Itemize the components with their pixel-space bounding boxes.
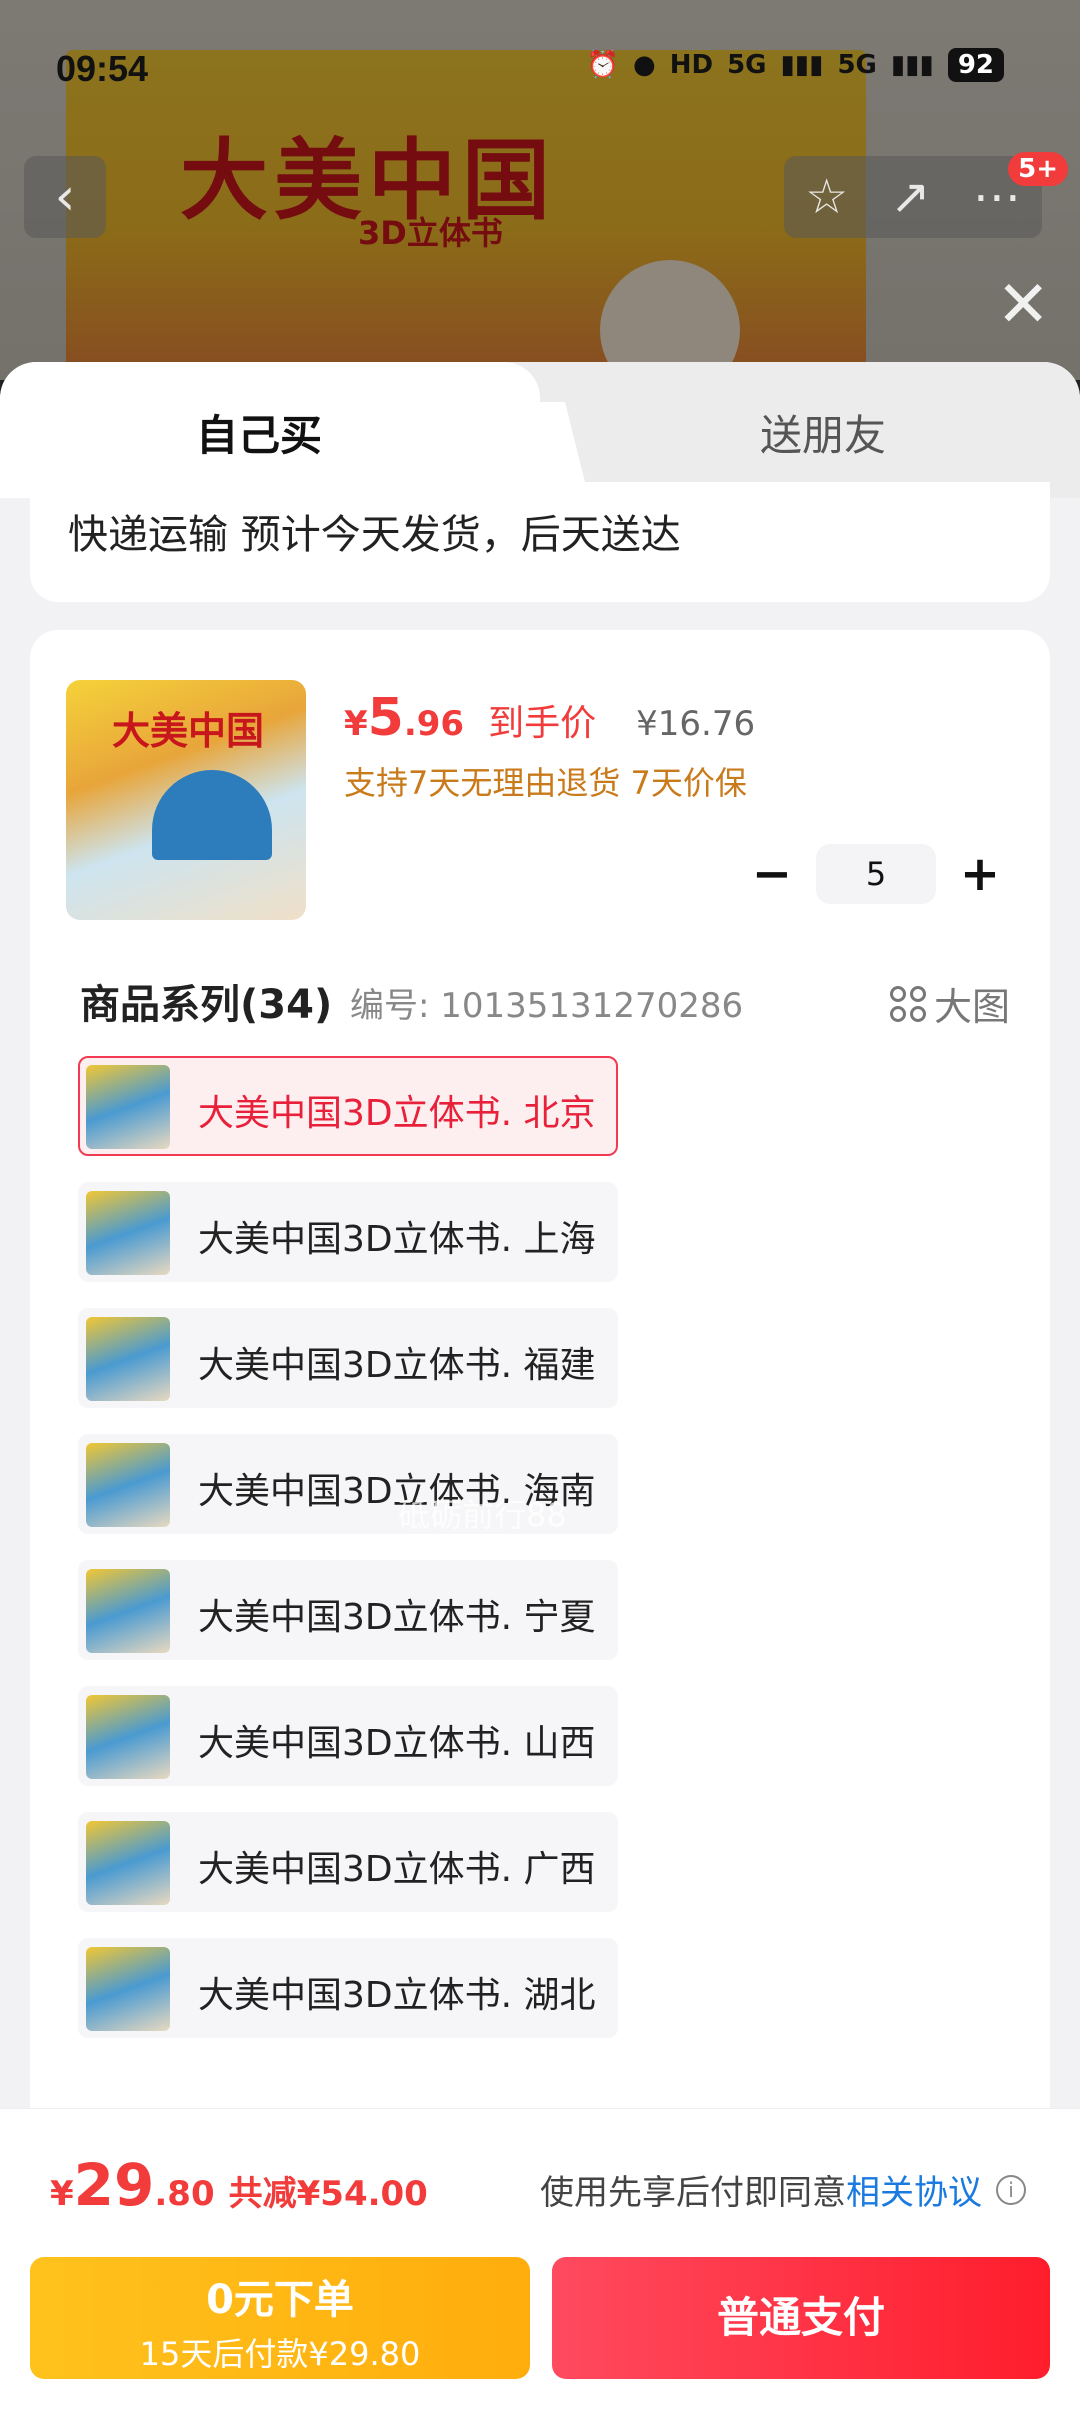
hd-icon: HD	[669, 50, 714, 80]
variant-item[interactable]: 大美中国3D立体书. 湖北	[78, 1938, 618, 2038]
back-button[interactable]: ‹	[24, 156, 106, 238]
status-time: 09:54	[56, 48, 149, 89]
series-code: 编号: 10135131270286	[350, 986, 744, 1026]
variant-label: 大美中国3D立体书. 山西	[198, 1723, 596, 1764]
guarantee-text: 支持7天无理由退货 7天价保	[344, 764, 747, 802]
status-bar: 09:54 ⏰ ● HD 5G ▮▮▮ 5G ▮▮▮ 92	[0, 40, 1080, 100]
info-icon[interactable]: i	[996, 2174, 1026, 2205]
zero-pay-sublabel: 15天后付款¥29.80	[139, 2335, 421, 2373]
variant-thumbnail	[86, 1569, 170, 1653]
total-price: ¥ 29 .80 共减¥54.00	[50, 2151, 428, 2219]
variant-list: 大美中国3D立体书. 北京 大美中国3D立体书. 上海 大美中国3D立体书. 福建大…	[78, 1056, 622, 2064]
tab-bar: 送朋友 自己买	[0, 362, 1080, 498]
price-integer: 5	[367, 688, 404, 748]
variant-thumbnail	[86, 1443, 170, 1527]
variant-thumbnail	[86, 1947, 170, 2031]
notification-badge: 5+	[1008, 152, 1068, 186]
big-view-label: 大图	[933, 985, 1010, 1029]
alarm-icon: ⏰	[586, 50, 620, 80]
variant-thumbnail	[86, 1065, 170, 1149]
star-icon[interactable]: ☆	[805, 169, 848, 225]
price-row: ¥ 5 .96 到手价 ¥16.76	[344, 688, 755, 748]
variant-thumbnail	[86, 1821, 170, 1905]
variant-label: 大美中国3D立体书. 宁夏	[198, 1597, 596, 1638]
zero-pay-label: 0元下单	[206, 2277, 354, 2323]
status-icons: ⏰ ● HD 5G ▮▮▮ 5G ▮▮▮ 92	[587, 48, 1004, 82]
variant-item[interactable]: 大美中国3D立体书. 福建	[78, 1308, 618, 1408]
signal-5g-2-icon: 5G	[837, 50, 877, 80]
battery-icon: 92	[947, 48, 1004, 82]
variant-thumbnail	[86, 1317, 170, 1401]
watermark: 砥砺前行88	[398, 1496, 567, 1534]
series-header: 商品系列(34) 编号: 10135131270286 大图	[80, 972, 1010, 1032]
agreement-link[interactable]: 相关协议	[846, 2165, 982, 2214]
variant-item[interactable]: 大美中国3D立体书. 上海	[78, 1182, 618, 1282]
location-icon: ●	[633, 50, 656, 80]
normal-pay-button[interactable]: 普通支付	[552, 2257, 1050, 2379]
agreement-text: 使用先享后付即同意 相关协议 i	[540, 2165, 1026, 2214]
increase-button[interactable]: +	[950, 844, 1010, 904]
price-currency: ¥	[344, 704, 368, 744]
tab-friend-label: 送朋友	[760, 411, 887, 460]
original-price: ¥16.76	[636, 704, 756, 744]
variant-label: 大美中国3D立体书. 广西	[198, 1849, 596, 1890]
price-tag: 到手价	[488, 703, 597, 744]
shipping-card: 快递运输 预计今天发货，后天送达	[30, 482, 1050, 602]
tab-self-label: 自己买	[196, 411, 323, 460]
thumb-title: 大美中国	[112, 708, 265, 753]
variant-item[interactable]: 大美中国3D立体书. 宁夏	[78, 1560, 618, 1660]
variant-label: 大美中国3D立体书. 上海	[198, 1219, 596, 1260]
quantity-input[interactable]: 5	[816, 844, 936, 904]
variant-label: 大美中国3D立体书. 北京	[198, 1093, 596, 1134]
signal-bars-icon: ▮▮▮	[780, 50, 824, 80]
total-saving: 共减¥54.00	[228, 2174, 428, 2214]
checkout-bar: ¥ 29 .80 共减¥54.00 使用先享后付即同意 相关协议 i 0元下单 …	[0, 2108, 1080, 2412]
decrease-button[interactable]: −	[742, 844, 802, 904]
variant-item[interactable]: 大美中国3D立体书. 北京	[78, 1056, 618, 1156]
total-decimal: .80	[154, 2174, 215, 2214]
total-currency: ¥	[50, 2174, 74, 2214]
tab-self[interactable]: 自己买	[0, 362, 540, 498]
big-view-button[interactable]: 大图	[889, 976, 1010, 1031]
variant-thumbnail	[86, 1191, 170, 1275]
agreement-prefix: 使用先享后付即同意	[540, 2173, 846, 2213]
variant-thumbnail	[86, 1695, 170, 1779]
share-icon[interactable]: ↗	[890, 169, 930, 225]
total-integer: 29	[73, 2151, 155, 2219]
tab-friend[interactable]: 送朋友	[500, 362, 1080, 498]
quantity-stepper: − 5 +	[742, 844, 1010, 904]
signal-5g-icon: 5G	[727, 50, 767, 80]
purchase-sheet: 送朋友 自己买 快递运输 预计今天发货，后天送达 大美中国 ¥ 5 .96 到手…	[0, 362, 1080, 2412]
variant-item[interactable]: 大美中国3D立体书. 广西	[78, 1812, 618, 1912]
chevron-left-icon: ‹	[54, 167, 76, 227]
action-buttons: ☆ ↗ ⋯	[784, 156, 1042, 238]
series-title: 商品系列(34)	[80, 982, 333, 1028]
variant-item[interactable]: 大美中国3D立体书. 山西	[78, 1686, 618, 1786]
variant-label: 大美中国3D立体书. 湖北	[198, 1975, 596, 2016]
grid-icon	[889, 985, 926, 1022]
price-decimal: .96	[403, 704, 465, 744]
signal-bars-2-icon: ▮▮▮	[890, 50, 934, 80]
variant-label: 大美中国3D立体书. 福建	[198, 1345, 596, 1386]
close-icon[interactable]: ✕	[996, 268, 1050, 342]
product-thumbnail[interactable]: 大美中国	[66, 680, 306, 920]
zero-pay-button[interactable]: 0元下单 15天后付款¥29.80	[30, 2257, 530, 2379]
thumb-temple	[152, 770, 272, 860]
shipping-text: 快递运输 预计今天发货，后天送达	[68, 512, 681, 558]
